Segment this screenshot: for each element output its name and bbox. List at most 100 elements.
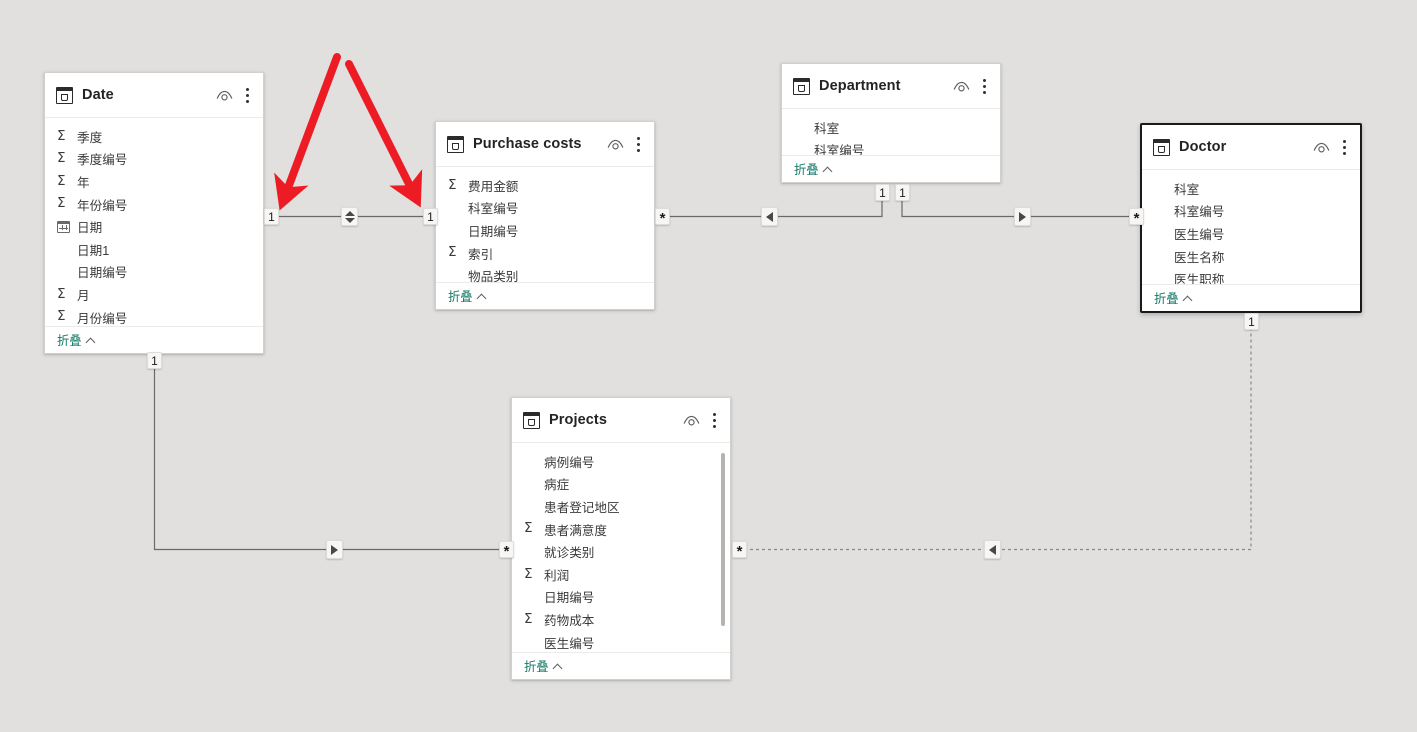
red-arrow-left: [274, 53, 341, 211]
calendar-icon: [57, 220, 75, 233]
field-list[interactable]: Σ 季度 Σ 季度编号 Σ 年 Σ 年份编号 日期 日期1 日期编号 Σ 月 Σ 月份编号: [45, 118, 263, 326]
sigma-icon: Σ: [448, 244, 457, 261]
field-list[interactable]: 科室 科室编号 医生编号 医生名称医生职称: [1142, 170, 1360, 284]
field-row[interactable]: 病例编号: [512, 450, 730, 473]
table-header[interactable]: Department: [782, 64, 1000, 109]
field-row[interactable]: Σ 年份编号: [45, 193, 263, 216]
sigma-icon: Σ: [57, 172, 66, 189]
field-row[interactable]: Σ 利润: [512, 563, 730, 586]
badge-date-bottom[interactable]: 1: [147, 352, 162, 369]
eye-slash-icon[interactable]: [216, 89, 233, 102]
bidirectional-glyph: [344, 210, 355, 223]
vertical-scrollbar[interactable]: [721, 449, 725, 646]
field-row[interactable]: 病症: [512, 473, 730, 496]
table-footer: 折叠: [1142, 284, 1360, 311]
table-card-doctor[interactable]: Doctor 科室 科室编号 医生编号 医生名称 医生职称 折叠: [1140, 123, 1362, 313]
field-label: 日期1: [77, 243, 110, 258]
more-options-icon[interactable]: [243, 87, 253, 104]
chevron-up-icon: [554, 662, 563, 671]
field-label: 月份编号: [77, 311, 128, 326]
field-row[interactable]: 日期编号: [45, 261, 263, 284]
field-row[interactable]: 科室编号: [436, 197, 654, 220]
field-row[interactable]: 日期编号: [436, 219, 654, 242]
field-label: 费用金额: [468, 179, 519, 194]
badge-purchase-left[interactable]: 1: [423, 208, 438, 225]
scrollbar-thumb[interactable]: [721, 452, 725, 627]
field-list[interactable]: Σ 费用金额 科室编号 日期编号 Σ 索引 物品类别: [436, 167, 654, 282]
field-row[interactable]: 就诊类别: [512, 540, 730, 563]
collapse-button[interactable]: 折叠: [448, 287, 487, 305]
field-row[interactable]: 医生职称: [1142, 267, 1360, 284]
arrow-right-icon[interactable]: [326, 540, 343, 559]
field-row[interactable]: Σ年: [45, 170, 263, 193]
field-row[interactable]: 医生名称: [1142, 245, 1360, 268]
sigma-icon: Σ: [57, 127, 66, 144]
collapse-button[interactable]: 折叠: [57, 331, 96, 349]
eye-slash-icon[interactable]: [1313, 141, 1330, 154]
table-title: Purchase costs: [473, 136, 582, 152]
chevron-up-icon: [1184, 294, 1193, 303]
field-row[interactable]: 日期: [45, 215, 263, 238]
badge-projects-right[interactable]: *: [732, 541, 747, 559]
more-options-icon[interactable]: [710, 412, 720, 429]
eye-slash-icon[interactable]: [607, 138, 624, 151]
field-list[interactable]: 病例编号 病症 患者登记地区 Σ 患者满意度就诊类别 Σ 利润日期编号 Σ 药物成本 医生编号: [512, 443, 730, 652]
table-card-projects[interactable]: Projects 病例编号 病症 患者登记地区 Σ 患者满意度就诊类别 Σ 利润日期编号 Σ 药物…: [511, 397, 731, 680]
arrow-right-icon[interactable]: [1014, 207, 1031, 226]
table-card-department[interactable]: Department 科室 科室编号 折叠: [781, 63, 1001, 183]
field-row[interactable]: 科室编号: [1142, 200, 1360, 223]
arrow-left-icon[interactable]: [761, 207, 778, 226]
red-arrow-right: [345, 60, 423, 208]
field-row[interactable]: 科室: [782, 116, 1000, 139]
eye-slash-icon[interactable]: [683, 414, 700, 427]
badge-doctor-bottom[interactable]: 1: [1244, 313, 1259, 330]
table-header[interactable]: Date: [45, 73, 263, 118]
field-row[interactable]: Σ 药物成本: [512, 608, 730, 631]
more-options-icon[interactable]: [1340, 139, 1350, 156]
collapse-button[interactable]: 折叠: [524, 657, 563, 675]
badge-projects-left[interactable]: *: [499, 541, 514, 559]
field-row[interactable]: Σ 索引: [436, 242, 654, 265]
badge-date-right[interactable]: 1: [264, 208, 279, 225]
collapse-button[interactable]: 折叠: [794, 160, 833, 178]
collapse-label: 折叠: [448, 290, 473, 304]
field-label: 就诊类别: [544, 546, 595, 561]
field-row[interactable]: 科室编号: [782, 139, 1000, 155]
badge-purchase-right[interactable]: *: [655, 208, 670, 226]
field-row[interactable]: 物品类别: [436, 264, 654, 282]
field-row[interactable]: Σ 月份编号: [45, 306, 263, 326]
model-diagram-canvas[interactable]: Date Σ 季度 Σ 季度编号 Σ 年 Σ 年份编号 日期 日期1 日期编号 Σ 月 Σ 月份编号 折叠 Pur…: [0, 0, 1417, 732]
field-row[interactable]: 医生编号: [512, 631, 730, 652]
field-label: 日期编号: [544, 591, 595, 606]
field-row[interactable]: 日期1: [45, 238, 263, 261]
field-row[interactable]: Σ 季度: [45, 125, 263, 148]
collapse-button[interactable]: 折叠: [1154, 289, 1193, 307]
field-list[interactable]: 科室 科室编号: [782, 109, 1000, 155]
field-row[interactable]: Σ 患者满意度: [512, 518, 730, 541]
field-label: 月: [77, 288, 90, 303]
table-card-purchase-costs[interactable]: Purchase costs Σ 费用金额 科室编号 日期编号 Σ 索引 物品类别 折叠: [435, 121, 655, 310]
field-row[interactable]: Σ月: [45, 283, 263, 306]
eye-slash-icon[interactable]: [953, 80, 970, 93]
field-label: 医生职称: [1174, 273, 1225, 284]
field-row[interactable]: 患者登记地区: [512, 495, 730, 518]
header-actions: [953, 78, 990, 95]
more-options-icon[interactable]: [980, 78, 990, 95]
field-row[interactable]: 科室: [1142, 177, 1360, 200]
table-header[interactable]: Doctor: [1142, 125, 1360, 170]
badge-department-bottom-right[interactable]: 1: [895, 184, 910, 201]
arrow-left-icon[interactable]: [984, 540, 1001, 559]
arrow-right-glyph: [1019, 211, 1026, 222]
badge-department-bottom-left[interactable]: 1: [875, 184, 890, 201]
field-row[interactable]: Σ 费用金额: [436, 174, 654, 197]
more-options-icon[interactable]: [634, 136, 644, 153]
bidirectional-arrow-icon[interactable]: [341, 207, 358, 226]
table-header[interactable]: Purchase costs: [436, 122, 654, 167]
field-row[interactable]: Σ 季度编号: [45, 148, 263, 171]
table-card-date[interactable]: Date Σ 季度 Σ 季度编号 Σ 年 Σ 年份编号 日期 日期1 日期编号 Σ 月 Σ 月份编号 折叠: [44, 72, 264, 354]
table-header[interactable]: Projects: [512, 398, 730, 443]
field-row[interactable]: 日期编号: [512, 586, 730, 609]
badge-doctor-left[interactable]: *: [1129, 208, 1144, 226]
field-row[interactable]: 医生编号: [1142, 222, 1360, 245]
arrow-right-glyph: [331, 544, 338, 555]
